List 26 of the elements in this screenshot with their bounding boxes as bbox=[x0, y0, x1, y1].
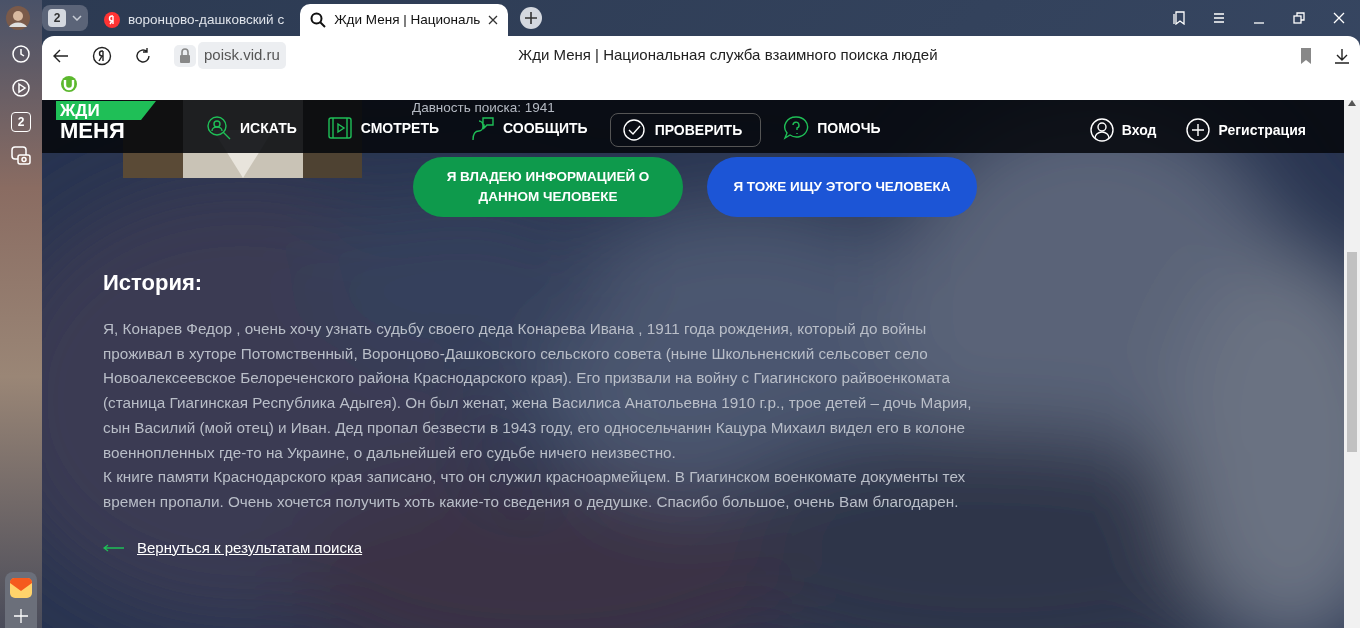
history-icon[interactable] bbox=[11, 44, 31, 64]
tab-group-button[interactable]: 2 bbox=[42, 5, 88, 31]
page-title: Жди Меня | Национальная служба взаимного поиска людей bbox=[517, 45, 939, 66]
bookmark-icon[interactable] bbox=[1300, 47, 1312, 64]
search-icon bbox=[310, 12, 327, 28]
chevron-down-icon bbox=[72, 15, 82, 21]
scrollbar-thumb[interactable] bbox=[1347, 252, 1357, 452]
tab-count-badge[interactable]: 2 bbox=[11, 112, 31, 132]
yandex-icon bbox=[104, 12, 120, 28]
avatar-icon[interactable] bbox=[6, 6, 30, 30]
bookmarks-icon[interactable] bbox=[1172, 11, 1186, 25]
lock-icon bbox=[174, 44, 196, 67]
mail-icon[interactable] bbox=[9, 576, 33, 600]
play-icon[interactable] bbox=[11, 78, 31, 98]
restore-icon[interactable] bbox=[1292, 11, 1306, 25]
download-icon[interactable] bbox=[1334, 47, 1350, 64]
reload-icon[interactable] bbox=[134, 46, 152, 65]
yandex-icon[interactable] bbox=[92, 45, 112, 66]
close-icon[interactable] bbox=[488, 15, 499, 25]
add-icon[interactable] bbox=[13, 608, 29, 624]
new-tab-icon[interactable] bbox=[520, 7, 543, 29]
menu-icon[interactable] bbox=[1212, 11, 1226, 25]
screenshot-icon[interactable] bbox=[11, 146, 31, 166]
browser-tab[interactable]: Жди Меня | Националь bbox=[300, 4, 509, 36]
browser-tab[interactable]: воронцово-дашковский с bbox=[94, 4, 295, 36]
address-field[interactable]: poisk.vid.ru bbox=[198, 42, 286, 69]
